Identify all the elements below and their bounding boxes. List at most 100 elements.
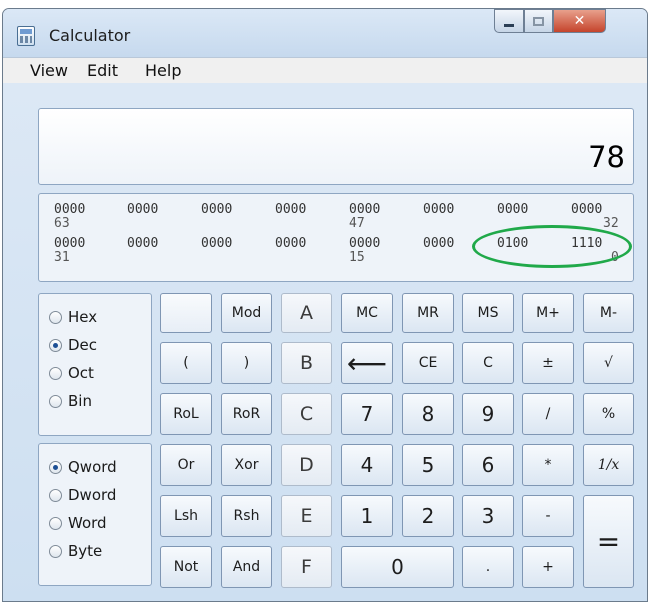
- radio-button[interactable]: [49, 460, 62, 474]
- close-icon: ✕: [573, 13, 586, 29]
- backspace-key[interactable]: ⟵: [341, 342, 393, 384]
- bit-display: 0000 0000 0000 0000 0000 0000 0000 0000 …: [38, 193, 634, 282]
- bit-nibble: 0000: [127, 236, 159, 251]
- digit-7-key[interactable]: 7: [341, 393, 393, 435]
- rotate-left-key[interactable]: RoL: [160, 393, 212, 435]
- memory-clear-key[interactable]: MC: [341, 293, 393, 333]
- negate-key[interactable]: ±: [522, 342, 574, 384]
- digit-6-key[interactable]: 6: [462, 444, 514, 486]
- bit-nibble: 0000: [201, 236, 233, 251]
- square-root-key[interactable]: √: [583, 342, 634, 384]
- reciprocal-key[interactable]: 1/x: [583, 444, 634, 486]
- digit-5-key[interactable]: 5: [402, 444, 454, 486]
- radio-dword[interactable]: Dword: [49, 486, 116, 504]
- hex-f-key[interactable]: F: [281, 546, 332, 588]
- or-key[interactable]: Or: [160, 444, 212, 486]
- hex-a-key[interactable]: A: [281, 293, 332, 333]
- menu-view[interactable]: View: [30, 61, 68, 80]
- radio-button[interactable]: [49, 310, 62, 324]
- memory-recall-key[interactable]: MR: [402, 293, 454, 333]
- bit-nibble: 0000: [127, 202, 159, 217]
- maximize-button[interactable]: [524, 9, 553, 33]
- percent-key[interactable]: %: [583, 393, 634, 435]
- bit-nibble: 0000: [423, 236, 455, 251]
- subtract-key[interactable]: -: [522, 495, 574, 537]
- close-button[interactable]: ✕: [553, 9, 606, 33]
- bit-nibble: 0000: [201, 202, 233, 217]
- radio-qword[interactable]: Qword: [49, 458, 117, 476]
- hex-c-key[interactable]: C: [281, 393, 332, 435]
- digit-9-key[interactable]: 9: [462, 393, 514, 435]
- bit-index: 0: [611, 250, 619, 265]
- clear-key[interactable]: C: [462, 342, 514, 384]
- bit-index: 47: [349, 216, 365, 231]
- display-value: 78: [588, 140, 625, 174]
- calculator-body: 78 0000 0000 0000 0000 0000 0000 0000 00…: [3, 83, 647, 601]
- radio-label: Byte: [68, 542, 103, 560]
- digit-8-key[interactable]: 8: [402, 393, 454, 435]
- title-bar[interactable]: Calculator ✕: [3, 9, 647, 57]
- digit-4-key[interactable]: 4: [341, 444, 393, 486]
- bit-index: 15: [349, 250, 365, 265]
- memory-store-key[interactable]: MS: [462, 293, 514, 333]
- digit-2-key[interactable]: 2: [402, 495, 454, 537]
- hex-d-key[interactable]: D: [281, 444, 332, 486]
- equals-key[interactable]: =: [583, 495, 634, 588]
- clear-entry-key[interactable]: CE: [402, 342, 454, 384]
- mod-key[interactable]: Mod: [221, 293, 272, 333]
- add-key[interactable]: +: [522, 546, 574, 588]
- radio-button[interactable]: [49, 516, 62, 530]
- and-key[interactable]: And: [221, 546, 272, 588]
- radix-group: Hex Dec Oct Bin: [38, 293, 152, 436]
- digit-1-key[interactable]: 1: [341, 495, 393, 537]
- radio-button[interactable]: [49, 366, 62, 380]
- bit-index: 32: [603, 216, 619, 231]
- memory-subtract-key[interactable]: M-: [583, 293, 634, 333]
- decimal-key[interactable]: .: [462, 546, 514, 588]
- blank-key: [160, 293, 212, 333]
- hex-e-key[interactable]: E: [281, 495, 332, 537]
- left-shift-key[interactable]: Lsh: [160, 495, 212, 537]
- bit-nibble: 0000: [349, 202, 381, 217]
- minimize-button[interactable]: [494, 9, 524, 33]
- bit-nibble: 0000: [349, 236, 381, 251]
- bit-nibble: 0000: [275, 236, 307, 251]
- radio-label: Dword: [68, 486, 117, 504]
- maximize-icon: [533, 16, 544, 26]
- digit-0-key[interactable]: 0: [341, 546, 454, 588]
- divide-key[interactable]: /: [522, 393, 574, 435]
- radio-button[interactable]: [49, 488, 62, 502]
- right-paren-key[interactable]: ): [221, 342, 272, 384]
- bit-nibble: 0100: [497, 236, 529, 251]
- radio-dec[interactable]: Dec: [49, 336, 97, 354]
- memory-add-key[interactable]: M+: [522, 293, 574, 333]
- multiply-key[interactable]: *: [522, 444, 574, 486]
- xor-key[interactable]: Xor: [221, 444, 272, 486]
- radio-label: Bin: [68, 392, 92, 410]
- word-size-group: Qword Dword Word Byte: [38, 443, 152, 586]
- right-shift-key[interactable]: Rsh: [221, 495, 272, 537]
- not-key[interactable]: Not: [160, 546, 212, 588]
- radio-byte[interactable]: Byte: [49, 542, 102, 560]
- radio-button[interactable]: [49, 394, 62, 408]
- digit-3-key[interactable]: 3: [462, 495, 514, 537]
- menu-edit[interactable]: Edit: [87, 61, 118, 80]
- radio-button[interactable]: [49, 544, 62, 558]
- bit-nibble: 0000: [275, 202, 307, 217]
- bit-nibble: 0000: [54, 236, 86, 251]
- radio-bin[interactable]: Bin: [49, 392, 92, 410]
- left-paren-key[interactable]: (: [160, 342, 212, 384]
- radio-hex[interactable]: Hex: [49, 308, 97, 326]
- radio-word[interactable]: Word: [49, 514, 107, 532]
- display: 78: [38, 108, 634, 185]
- bit-nibble: 0000: [571, 202, 603, 217]
- rotate-right-key[interactable]: RoR: [221, 393, 272, 435]
- bit-nibble: 0000: [423, 202, 455, 217]
- hex-b-key[interactable]: B: [281, 342, 332, 384]
- minimize-icon: [504, 23, 514, 27]
- calculator-window: Calculator ✕ View Edit Help 78 0000 0000…: [2, 8, 648, 602]
- radio-button[interactable]: [49, 338, 62, 352]
- radio-oct[interactable]: Oct: [49, 364, 94, 382]
- radio-label: Word: [68, 514, 107, 532]
- menu-help[interactable]: Help: [145, 61, 181, 80]
